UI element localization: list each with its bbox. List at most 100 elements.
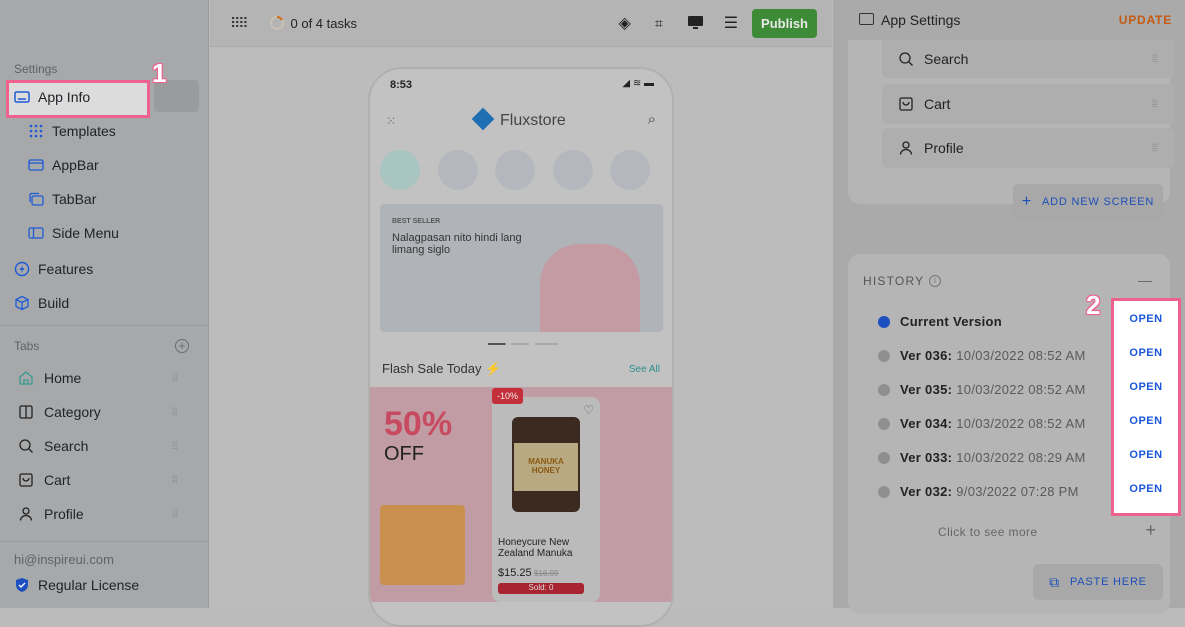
open-version-button[interactable]: OPEN xyxy=(1114,381,1178,393)
banner-tag: BEST SELLER xyxy=(392,218,441,225)
clock-icon xyxy=(878,417,890,430)
sidebar-item-templates[interactable]: Templates xyxy=(0,116,209,146)
promo-percent: 50% xyxy=(384,405,453,443)
desktop-icon[interactable] xyxy=(687,15,704,31)
collapse-icon[interactable]: — xyxy=(1138,272,1152,288)
apps-grid-icon[interactable]: ⠿⠿ xyxy=(230,15,248,32)
layers-icon[interactable]: ◈ xyxy=(619,13,631,33)
sidebar-item-label: TabBar xyxy=(52,191,97,207)
jar-label: MANUKA HONEY xyxy=(514,443,578,491)
sidebar-item-side-menu[interactable]: Side Menu xyxy=(0,218,209,248)
clock-icon xyxy=(878,383,890,396)
open-version-button[interactable]: OPEN xyxy=(1114,483,1178,495)
sidebar-item-app-info[interactable]: App Info xyxy=(0,82,209,112)
qr-code-icon[interactable]: ⌗ xyxy=(655,15,663,32)
app-settings-panel: App Settings UPDATE Search ⁞⁞⁞ Cart ⁞⁞⁞ Prof… xyxy=(833,0,1185,614)
sidebar-item-label: AppBar xyxy=(52,157,99,173)
history-item: Ver 033: 10/03/2022 08:29 AM xyxy=(878,450,1086,465)
screens-card: Search ⁞⁞⁞ Cart ⁞⁞⁞ Profile ⁞⁞⁞ + ADD NEW SCRE… xyxy=(848,40,1175,220)
tab-item-profile[interactable]: Profile ⁞⁞⁞ xyxy=(0,499,209,529)
drag-handle-icon[interactable]: ⁞⁞⁞ xyxy=(172,407,178,418)
search-icon[interactable]: ⌕ xyxy=(648,111,656,128)
tabbar-icon xyxy=(29,192,44,206)
version-date: 9/03/2022 07:28 PM xyxy=(956,484,1079,499)
promo-off: OFF xyxy=(384,443,424,465)
banner-text: Nalagpasan nito hindi lang limang siglo xyxy=(392,232,522,256)
screen-row-profile[interactable]: Profile ⁞⁞⁞ xyxy=(882,128,1175,168)
hero-banner[interactable]: BEST SELLER Nalagpasan nito hindi lang l… xyxy=(380,204,663,332)
divider xyxy=(0,541,209,542)
see-more-link[interactable]: Click to see more xyxy=(938,525,1038,539)
history-item: Ver 034: 10/03/2022 08:52 AM xyxy=(878,416,1086,431)
publish-button[interactable]: Publish xyxy=(752,8,817,38)
clock-icon xyxy=(878,451,890,464)
tab-item-home[interactable]: Home ⁞⁞⁞ xyxy=(0,363,209,393)
brand-name: Fluxstore xyxy=(500,112,566,129)
app-settings-icon xyxy=(859,13,874,25)
drag-handle-icon[interactable]: ⁞⁞⁞ xyxy=(172,475,178,486)
expand-plus-icon[interactable]: + xyxy=(1145,520,1156,541)
tab-item-cart[interactable]: Cart ⁞⁞⁞ xyxy=(0,465,209,495)
add-tab-icon[interactable]: + xyxy=(175,339,189,353)
open-version-button[interactable]: OPEN xyxy=(1114,347,1178,359)
update-button[interactable]: UPDATE xyxy=(1119,13,1172,27)
settings-section-label: Settings xyxy=(14,62,58,76)
product-card[interactable]: -10% ♡ MANUKA HONEY Honeycure New Zealan… xyxy=(492,388,600,602)
see-all-link[interactable]: See All xyxy=(629,364,660,375)
drag-handle-icon[interactable]: ⁞⁞⁞ xyxy=(172,509,178,520)
tab-item-search[interactable]: Search ⁞⁞⁞ xyxy=(0,431,209,461)
info-icon[interactable]: i xyxy=(929,275,941,287)
add-new-screen-button[interactable]: + ADD NEW SCREEN xyxy=(1013,184,1163,220)
tabs-section-label: Tabs xyxy=(14,339,40,353)
list-icon[interactable]: ☰ xyxy=(724,13,738,33)
sidebar-item-label: App Info xyxy=(38,89,91,105)
screen-label: Profile xyxy=(924,140,964,156)
drag-handle-icon[interactable]: ⁞⁞⁞ xyxy=(172,373,178,384)
drag-handle-icon[interactable]: ⁞⁞⁞ xyxy=(172,441,178,452)
tab-item-label: Category xyxy=(44,404,101,420)
license-label: Regular License xyxy=(38,577,140,593)
screen-row-cart[interactable]: Cart ⁞⁞⁞ xyxy=(882,84,1175,124)
category-hats[interactable] xyxy=(610,150,650,190)
category-shorts[interactable] xyxy=(495,150,535,190)
templates-icon xyxy=(29,124,43,138)
sidebar-item-tabbar[interactable]: TabBar xyxy=(0,184,209,214)
appbar-icon xyxy=(28,159,44,171)
clock-icon xyxy=(878,485,890,498)
category-icon xyxy=(19,405,33,419)
category-shirt[interactable] xyxy=(380,150,420,190)
version-date: 10/03/2022 08:52 AM xyxy=(956,348,1086,363)
flash-sale-section: 50% OFF -10% ♡ MANUKA HONEY Honeycure Ne… xyxy=(370,387,672,602)
drag-handle-icon[interactable]: ⁞⁞⁞ xyxy=(1152,54,1158,65)
shield-check-icon xyxy=(16,578,28,592)
tasks-progress[interactable]: 0 of 4 tasks xyxy=(291,16,357,31)
sidebar-item-appbar[interactable]: AppBar xyxy=(0,150,209,180)
sidebar-item-build[interactable]: Build xyxy=(0,288,209,318)
side-menu-icon xyxy=(28,227,44,239)
tab-item-category[interactable]: Category ⁞⁞⁞ xyxy=(0,397,209,427)
drag-handle-icon[interactable]: ⁞⁞⁞ xyxy=(1152,99,1158,110)
carousel-indicator xyxy=(488,343,558,345)
category-dress[interactable] xyxy=(438,150,478,190)
heart-icon[interactable]: ♡ xyxy=(583,403,594,417)
product-image: MANUKA HONEY xyxy=(512,417,580,512)
user-email: hi@inspireui.com xyxy=(14,552,114,567)
paste-here-button[interactable]: ⧉ PASTE HERE xyxy=(1033,564,1163,600)
version-label: Ver 036: xyxy=(900,348,953,363)
drag-handle-icon[interactable]: ⁞⁞⁞ xyxy=(1152,143,1158,154)
panel-title: App Settings xyxy=(881,12,961,28)
banner-model-image xyxy=(540,244,640,332)
menu-grid-icon[interactable]: ⁙ xyxy=(386,114,396,128)
sidebar-item-features[interactable]: Features xyxy=(0,254,209,284)
open-version-button[interactable]: OPEN xyxy=(1114,313,1178,325)
product-name: Honeycure New Zealand Manuka xyxy=(498,537,573,559)
license-item[interactable]: Regular License xyxy=(0,570,209,600)
search-icon xyxy=(899,52,913,66)
open-version-button[interactable]: OPEN xyxy=(1114,415,1178,427)
sold-progress: Sold: 0 xyxy=(498,583,584,594)
category-shoes[interactable] xyxy=(553,150,593,190)
open-version-button[interactable]: OPEN xyxy=(1114,449,1178,461)
screen-row-search[interactable]: Search ⁞⁞⁞ xyxy=(882,40,1175,78)
add-new-screen-label: ADD NEW SCREEN xyxy=(1042,196,1155,208)
history-item: Current Version xyxy=(878,314,1006,329)
